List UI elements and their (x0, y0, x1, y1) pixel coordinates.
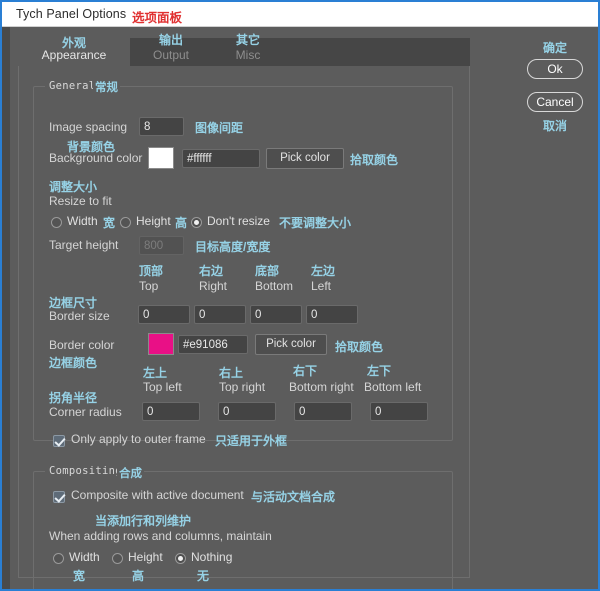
border-right-header: Right (199, 279, 227, 293)
composite-active-checkbox[interactable] (53, 491, 65, 503)
composite-active-annotation-cn: 与活动文档合成 (251, 488, 335, 505)
resize-radio-width-label: Width (67, 214, 98, 228)
resize-radio-width[interactable] (51, 217, 62, 228)
border-top-header: Top (139, 279, 158, 293)
maintain-radio-nothing[interactable] (175, 553, 186, 564)
resize-radio-height-cn: 高 (175, 214, 187, 231)
border-color-swatch[interactable] (148, 333, 174, 355)
border-right-header-cn: 右边 (199, 262, 223, 279)
image-spacing-label: Image spacing (49, 120, 127, 134)
general-group-label: General (45, 80, 99, 92)
background-pick-color-annotation-cn: 拾取颜色 (350, 151, 398, 168)
border-pick-color-button[interactable]: Pick color (255, 334, 327, 355)
image-spacing-input[interactable] (139, 117, 184, 136)
border-bottom-header: Bottom (255, 279, 293, 293)
border-size-right-input[interactable] (194, 305, 246, 324)
corner-topleft-header: Top left (143, 380, 182, 394)
compositing-group-label: Compositing (45, 465, 126, 477)
appearance-panel: General 常规 Image spacing 图像间距 背景颜色 Backg… (18, 66, 470, 578)
maintain-label: When adding rows and columns, maintain (49, 529, 272, 543)
compositing-group-label-cn: 合成 (117, 465, 144, 481)
background-pick-color-button[interactable]: Pick color (266, 148, 344, 169)
page-title-annotation-cn: 选项面板 (132, 7, 182, 26)
background-pick-color-label: Pick color (280, 152, 330, 164)
cancel-button[interactable]: Cancel (527, 92, 583, 112)
maintain-radio-height[interactable] (112, 553, 123, 564)
corner-radius-topright-input[interactable] (218, 402, 276, 421)
corner-radius-annotation-cn: 拐角半径 (49, 389, 97, 406)
corner-radius-label: Corner radius (49, 405, 122, 419)
title-bar: Tych Panel Options 选项面板 (2, 2, 598, 27)
border-top-header-cn: 顶部 (139, 262, 163, 279)
tab-appearance-annotation-cn: 外观 (18, 34, 130, 51)
border-color-annotation-cn: 边框颜色 (49, 354, 97, 371)
resize-radio-dont-resize[interactable] (191, 217, 202, 228)
border-size-label: Border size (49, 309, 110, 323)
corner-topright-header-cn: 右上 (219, 364, 243, 381)
dialog-body: Appearance Output Misc 外观 输出 其它 General … (2, 27, 598, 589)
composite-active-label: Composite with active document (71, 488, 244, 502)
target-height-input[interactable] (139, 236, 184, 255)
cancel-annotation-cn: 取消 (527, 117, 583, 134)
background-color-hex-input[interactable] (182, 149, 260, 168)
border-bottom-header-cn: 底部 (255, 262, 279, 279)
maintain-radio-width[interactable] (53, 553, 64, 564)
maintain-radio-nothing-cn: 无 (197, 567, 209, 584)
border-color-hex-input[interactable] (178, 335, 248, 354)
resize-radio-dont-resize-label: Don't resize (207, 214, 270, 228)
maintain-radio-width-label: Width (69, 550, 100, 564)
maintain-annotation-cn: 当添加行和列维护 (95, 512, 191, 529)
background-color-label: Background color (49, 151, 142, 165)
tab-output-label: Output (153, 48, 189, 62)
tych-panel-options-window: Tych Panel Options 选项面板 Appearance Outpu… (0, 0, 600, 591)
ok-button-label: Ok (547, 62, 562, 76)
border-size-bottom-input[interactable] (250, 305, 302, 324)
maintain-radio-height-cn: 高 (132, 567, 144, 584)
maintain-radio-nothing-label: Nothing (191, 550, 232, 564)
resize-radio-height-label: Height (136, 214, 171, 228)
border-size-left-input[interactable] (306, 305, 358, 324)
general-group-label-cn: 常规 (93, 79, 120, 95)
image-spacing-annotation-cn: 图像间距 (195, 119, 243, 136)
corner-radius-bottomleft-input[interactable] (370, 402, 428, 421)
resize-to-fit-label: Resize to fit (49, 194, 112, 208)
target-height-annotation-cn: 目标高度/宽度 (195, 238, 270, 255)
border-pick-color-annotation-cn: 拾取颜色 (335, 338, 383, 355)
resize-radio-dont-resize-cn: 不要调整大小 (279, 214, 351, 231)
border-size-top-input[interactable] (138, 305, 190, 324)
left-edge-strip (2, 27, 10, 589)
ok-annotation-cn: 确定 (527, 39, 583, 56)
resize-radio-height[interactable] (120, 217, 131, 228)
page-title: Tych Panel Options (16, 7, 126, 21)
resize-to-fit-annotation-cn: 调整大小 (49, 178, 97, 195)
corner-bottomright-header-cn: 右下 (293, 362, 317, 379)
outer-frame-annotation-cn: 只适用于外框 (215, 432, 287, 449)
border-left-header-cn: 左边 (311, 262, 335, 279)
corner-radius-topleft-input[interactable] (142, 402, 200, 421)
corner-radius-bottomright-input[interactable] (294, 402, 352, 421)
corner-bottomleft-header: Bottom left (364, 380, 421, 394)
tab-output-annotation-cn: 输出 (130, 31, 212, 48)
maintain-radio-width-cn: 宽 (73, 567, 85, 584)
corner-bottomleft-header-cn: 左下 (367, 362, 391, 379)
outer-frame-label: Only apply to outer frame (71, 432, 206, 446)
border-left-header: Left (311, 279, 331, 293)
cancel-button-label: Cancel (536, 95, 573, 109)
tab-misc-label: Misc (236, 48, 261, 62)
border-pick-color-label: Pick color (266, 338, 316, 350)
corner-bottomright-header: Bottom right (289, 380, 354, 394)
outer-frame-checkbox[interactable] (53, 435, 65, 447)
tab-misc-annotation-cn: 其它 (212, 31, 284, 48)
border-color-label: Border color (49, 338, 114, 352)
resize-radio-width-cn: 宽 (103, 214, 115, 231)
maintain-radio-height-label: Height (128, 550, 163, 564)
ok-button[interactable]: Ok (527, 59, 583, 79)
corner-topleft-header-cn: 左上 (143, 364, 167, 381)
target-height-label: Target height (49, 238, 118, 252)
background-color-swatch[interactable] (148, 147, 174, 169)
corner-topright-header: Top right (219, 380, 265, 394)
